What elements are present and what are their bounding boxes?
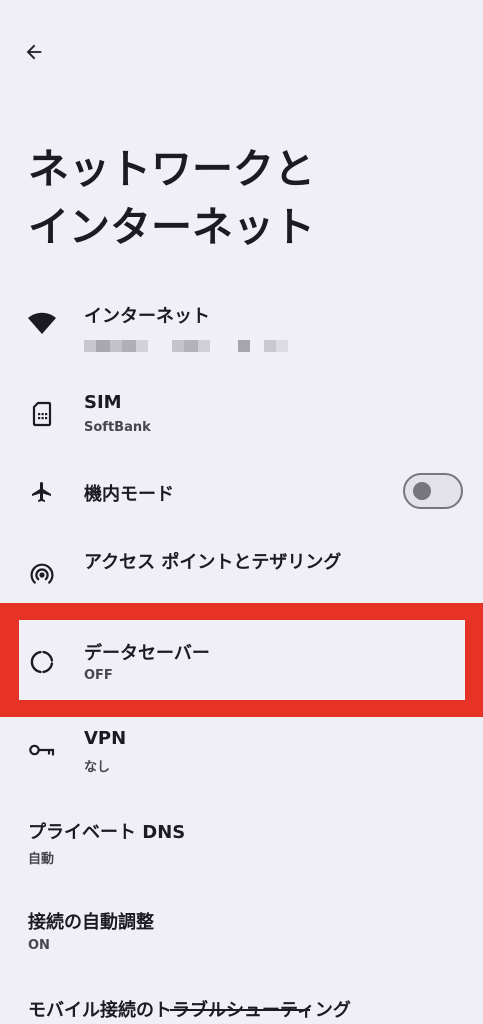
page-title-line: インターネット [28,203,315,251]
settings-item-title: アクセス ポイントとテザリング [84,552,342,573]
settings-item-summary: SoftBank [84,420,151,435]
settings-item-title: データセーバー [84,643,210,664]
arrow-back-icon [26,44,42,60]
settings-item-title: 接続の自動調整 [28,912,154,933]
settings-item-data-saver[interactable]: データセーバー OFF [0,620,483,700]
wifi-icon [26,308,58,340]
settings-item-title: 機内モード [84,484,174,505]
data-saver-icon [26,646,58,678]
hotspot-icon [26,558,58,590]
airplane-mode-toggle[interactable] [403,473,463,509]
settings-item-airplane-mode[interactable]: 機内モード [0,470,483,514]
settings-item-private-dns[interactable]: プライベート DNS 自動 [0,814,483,870]
settings-item-summary: ON [28,938,50,953]
page-title: ネットワークと インターネット [28,140,458,256]
toggle-thumb [413,482,431,500]
settings-item-mobile-troubleshooting[interactable]: モバイル接続のトラブルシューティング [0,992,483,1024]
settings-item-summary: 自動 [28,852,55,867]
settings-item-title: VPN [84,728,127,749]
settings-item-adaptive-connectivity[interactable]: 接続の自動調整 ON [0,904,483,960]
settings-item-sim[interactable]: SIM SoftBank [0,386,483,450]
airplane-icon [26,476,58,508]
settings-item-title: プライベート DNS [28,822,186,843]
settings-item-hotspot-tethering[interactable]: アクセス ポイントとテザリング [0,544,483,596]
sim-card-icon [26,398,58,430]
settings-item-title: インターネット [84,306,210,327]
settings-item-title: SIM [84,392,122,413]
settings-item-vpn[interactable]: VPN なし [0,724,483,784]
settings-item-summary: OFF [84,668,113,683]
vpn-key-icon [26,734,58,766]
settings-item-summary: なし [84,760,111,775]
strikethrough-mark [170,1009,310,1011]
settings-item-internet[interactable]: インターネット [0,296,483,372]
network-name-blurred [84,340,288,352]
page-title-line: ネットワークと [28,145,315,193]
back-button[interactable] [14,32,54,72]
